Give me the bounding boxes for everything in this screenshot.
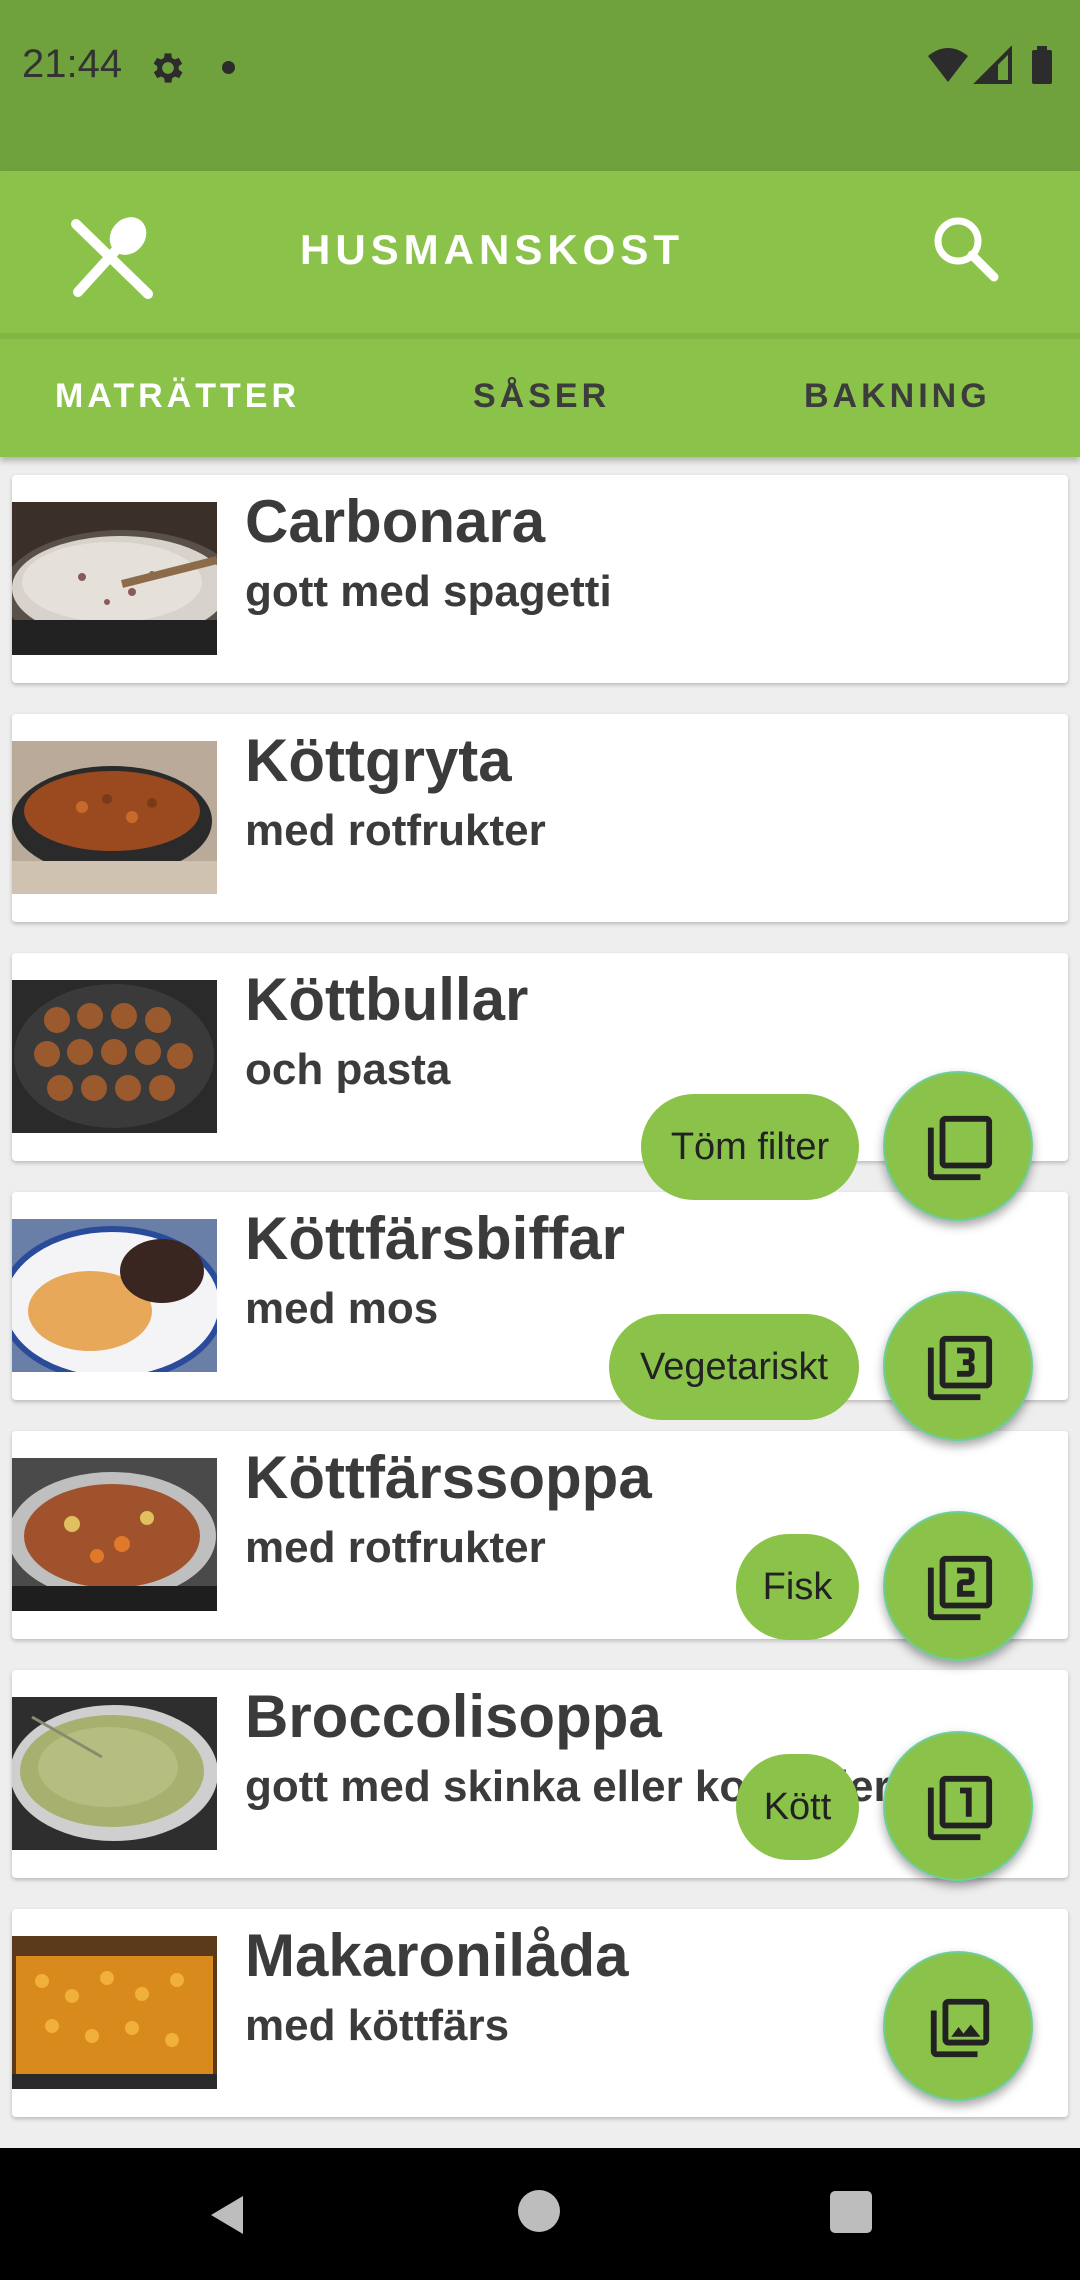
main-fab[interactable]	[883, 1951, 1033, 2101]
recipe-subtitle: med rotfrukter	[245, 806, 546, 855]
recipe-title: Köttbullar	[245, 966, 529, 1033]
tab-bar: MATRÄTTER SÅSER BAKNING	[0, 333, 1080, 457]
app-title: HUSMANSKOST	[300, 226, 685, 273]
filter-3-icon	[927, 1335, 993, 1401]
home-icon[interactable]	[518, 2190, 560, 2232]
wifi-icon	[928, 48, 968, 82]
recipe-card-kottgryta[interactable]: Köttgryta med rotfrukter	[12, 714, 1068, 922]
navigation-bar	[0, 2148, 1080, 2280]
settings-icon	[153, 53, 183, 83]
status-bar: 21:44	[0, 0, 1080, 171]
recipe-subtitle: med köttfärs	[245, 2001, 510, 2050]
recipe-image	[12, 1458, 217, 1611]
app-bar: HUSMANSKOST MATRÄTTER SÅSER BAKNING	[0, 171, 1080, 457]
recipe-title: Köttgryta	[245, 727, 512, 794]
recipe-image	[12, 741, 217, 894]
fab-label-fisk[interactable]: Fisk	[736, 1534, 859, 1640]
photo-library-icon	[930, 1998, 990, 2058]
tab-divider	[0, 333, 1080, 339]
recipe-image	[12, 502, 217, 655]
status-icons	[928, 46, 1052, 84]
battery-icon	[1032, 50, 1052, 84]
recipe-subtitle: med mos	[245, 1284, 439, 1333]
recipe-title: Carbonara	[245, 488, 546, 555]
tab-saser[interactable]: SÅSER	[473, 377, 610, 416]
recipe-subtitle: och pasta	[245, 1045, 451, 1094]
fab-tom-filter[interactable]	[883, 1071, 1033, 1221]
recipe-title: Broccolisoppa	[245, 1683, 662, 1750]
fab-vegetariskt[interactable]	[883, 1291, 1033, 1441]
recents-icon[interactable]	[830, 2191, 872, 2233]
recipe-title: Köttfärssoppa	[245, 1444, 652, 1511]
recipe-title: Makaronilåda	[245, 1922, 629, 1989]
recipe-image	[12, 1219, 217, 1372]
recipe-title: Köttfärsbiffar	[245, 1205, 626, 1272]
cutlery-icon	[71, 217, 153, 299]
recipe-subtitle: gott med spagetti	[245, 567, 612, 616]
fab-label-vegetariskt[interactable]: Vegetariskt	[609, 1314, 859, 1420]
filter-2-icon	[927, 1555, 993, 1621]
notification-dot	[222, 61, 235, 74]
fab-label-kott[interactable]: Kött	[736, 1754, 859, 1860]
fab-label-tom-filter[interactable]: Töm filter	[641, 1094, 859, 1200]
recipe-subtitle: med rotfrukter	[245, 1523, 546, 1572]
back-icon[interactable]	[205, 2190, 255, 2240]
recipe-card-carbonara[interactable]: Carbonara gott med spagetti	[12, 475, 1068, 683]
fab-kott[interactable]	[883, 1731, 1033, 1881]
recipe-image	[12, 1697, 217, 1850]
tab-bakning[interactable]: BAKNING	[804, 377, 991, 416]
recipe-image	[12, 980, 217, 1133]
recipe-image	[12, 1936, 217, 2089]
fab-fisk[interactable]	[883, 1511, 1033, 1661]
tab-matratter[interactable]: MATRÄTTER	[55, 377, 300, 416]
filter-none-icon	[927, 1115, 993, 1181]
status-time: 21:44	[22, 42, 123, 86]
filter-1-icon	[927, 1775, 993, 1841]
search-icon[interactable]	[926, 209, 1006, 289]
